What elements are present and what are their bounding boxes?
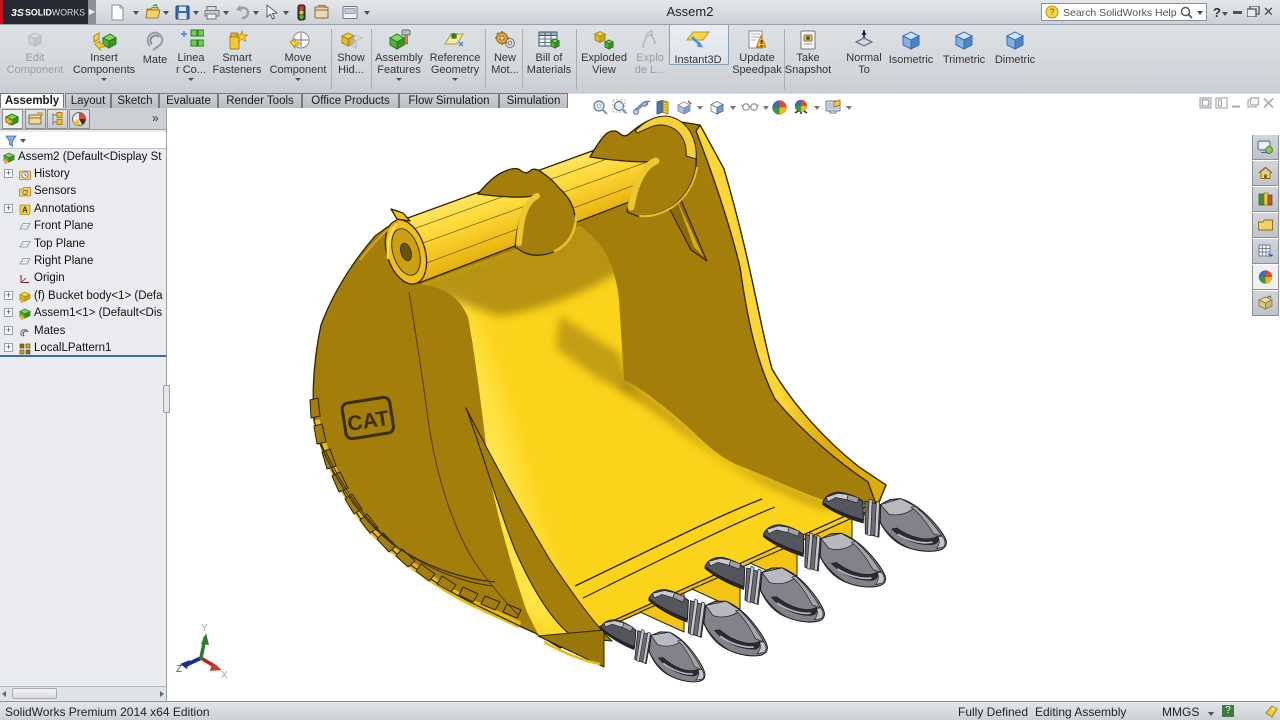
svg-text:A: A: [22, 205, 28, 214]
svg-text:Y: Y: [201, 623, 208, 634]
svg-text:SOLIDWORKS: SOLIDWORKS: [25, 8, 85, 18]
svg-text:?: ?: [1050, 7, 1055, 17]
svg-text:3S: 3S: [11, 7, 24, 19]
svg-text:Z: Z: [176, 664, 182, 675]
svg-text:X: X: [221, 670, 228, 681]
